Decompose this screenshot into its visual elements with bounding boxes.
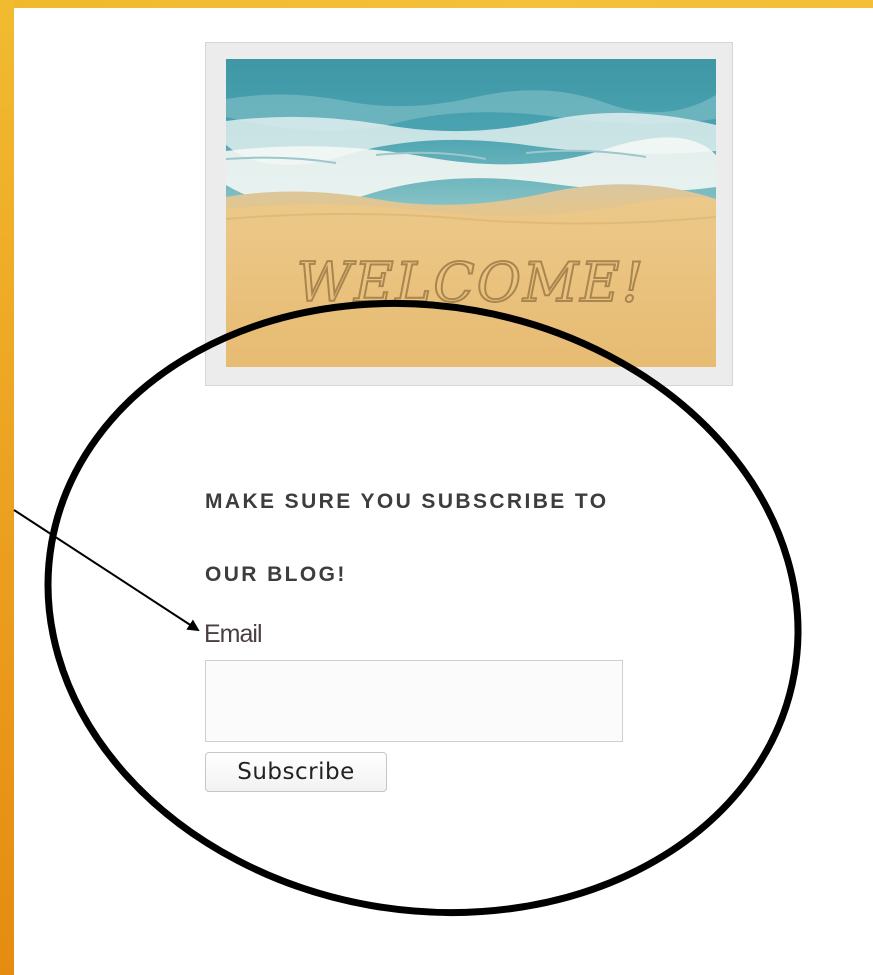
sand-welcome-text: WELCOME! (297, 251, 646, 314)
subscribe-button[interactable]: Subscribe (205, 752, 387, 792)
email-label: Email (204, 620, 263, 648)
welcome-photo-frame: WELCOME! (205, 42, 733, 386)
pointer-arrow (13, 509, 200, 632)
email-input[interactable] (205, 660, 623, 742)
slide-frame-top (0, 0, 873, 8)
slide-frame-left (0, 0, 14, 975)
subscribe-heading-line-1: MAKE SURE YOU SUBSCRIBE TO (205, 490, 609, 513)
welcome-beach-photo: WELCOME! (226, 59, 716, 367)
beach-image: WELCOME! (226, 59, 716, 367)
subscribe-heading-line-2: OUR BLOG! (205, 563, 347, 586)
